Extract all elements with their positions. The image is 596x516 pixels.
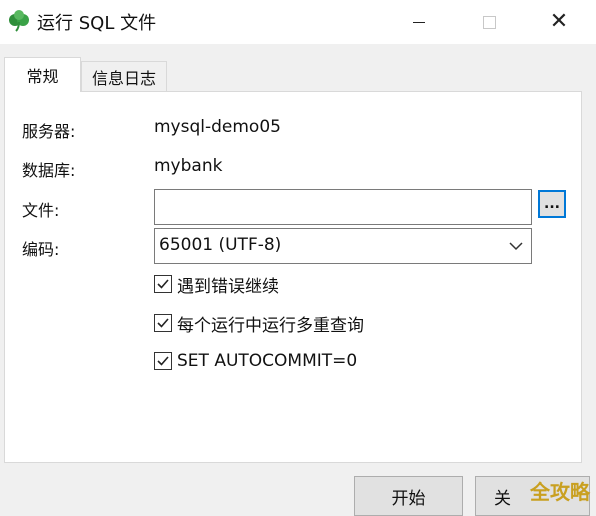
database-label: 数据库: [22,161,76,180]
encoding-label: 编码: [22,240,60,259]
start-button-label: 开始 [391,488,426,509]
database-value: mybank [154,156,223,176]
autocommit-option[interactable]: SET AUTOCOMMIT=0 [154,350,357,372]
multi-query-checkbox[interactable] [154,314,172,332]
maximize-button [454,0,524,44]
continue-on-error-label: 遇到错误继续 [177,276,279,297]
encoding-select[interactable]: 65001 (UTF-8) [154,228,532,264]
file-path-input[interactable] [154,189,532,225]
continue-on-error-checkbox[interactable] [154,275,172,293]
browse-file-button[interactable]: ... [538,190,566,218]
browse-ellipsis: ... [544,196,560,212]
general-panel [4,91,582,463]
checkmark-icon [157,356,169,366]
file-label: 文件: [22,201,60,220]
multi-query-label: 每个运行中运行多重查询 [177,315,364,336]
encoding-selected-value: 65001 (UTF-8) [159,235,282,255]
window-title: 运行 SQL 文件 [37,13,157,34]
tab-info-log-label: 信息日志 [91,69,156,88]
minimize-button[interactable] [384,0,454,44]
start-button[interactable]: 开始 [354,476,463,516]
maximize-icon [482,15,496,29]
multi-query-option[interactable]: 每个运行中运行多重查询 [154,312,364,336]
autocommit-label: SET AUTOCOMMIT=0 [177,351,358,371]
tab-info-log[interactable]: 信息日志 [81,61,167,92]
server-value: mysql-demo05 [154,117,281,137]
close-button-label: 关 [494,488,511,509]
tab-general-label: 常规 [26,67,59,86]
minimize-icon [413,21,425,23]
server-label: 服务器: [22,122,76,141]
close-window-button[interactable]: ✕ [524,0,594,44]
checkmark-icon [157,318,169,328]
close-icon: ✕ [549,9,569,34]
autocommit-checkbox[interactable] [154,352,172,370]
app-logo-icon [9,10,29,32]
title-bar: 运行 SQL 文件 ✕ [0,0,596,44]
checkmark-icon [157,279,169,289]
watermark: 全攻略 [530,480,590,504]
chevron-down-icon [509,242,523,251]
continue-on-error-option[interactable]: 遇到错误继续 [154,273,279,297]
tab-general[interactable]: 常规 [4,57,81,92]
